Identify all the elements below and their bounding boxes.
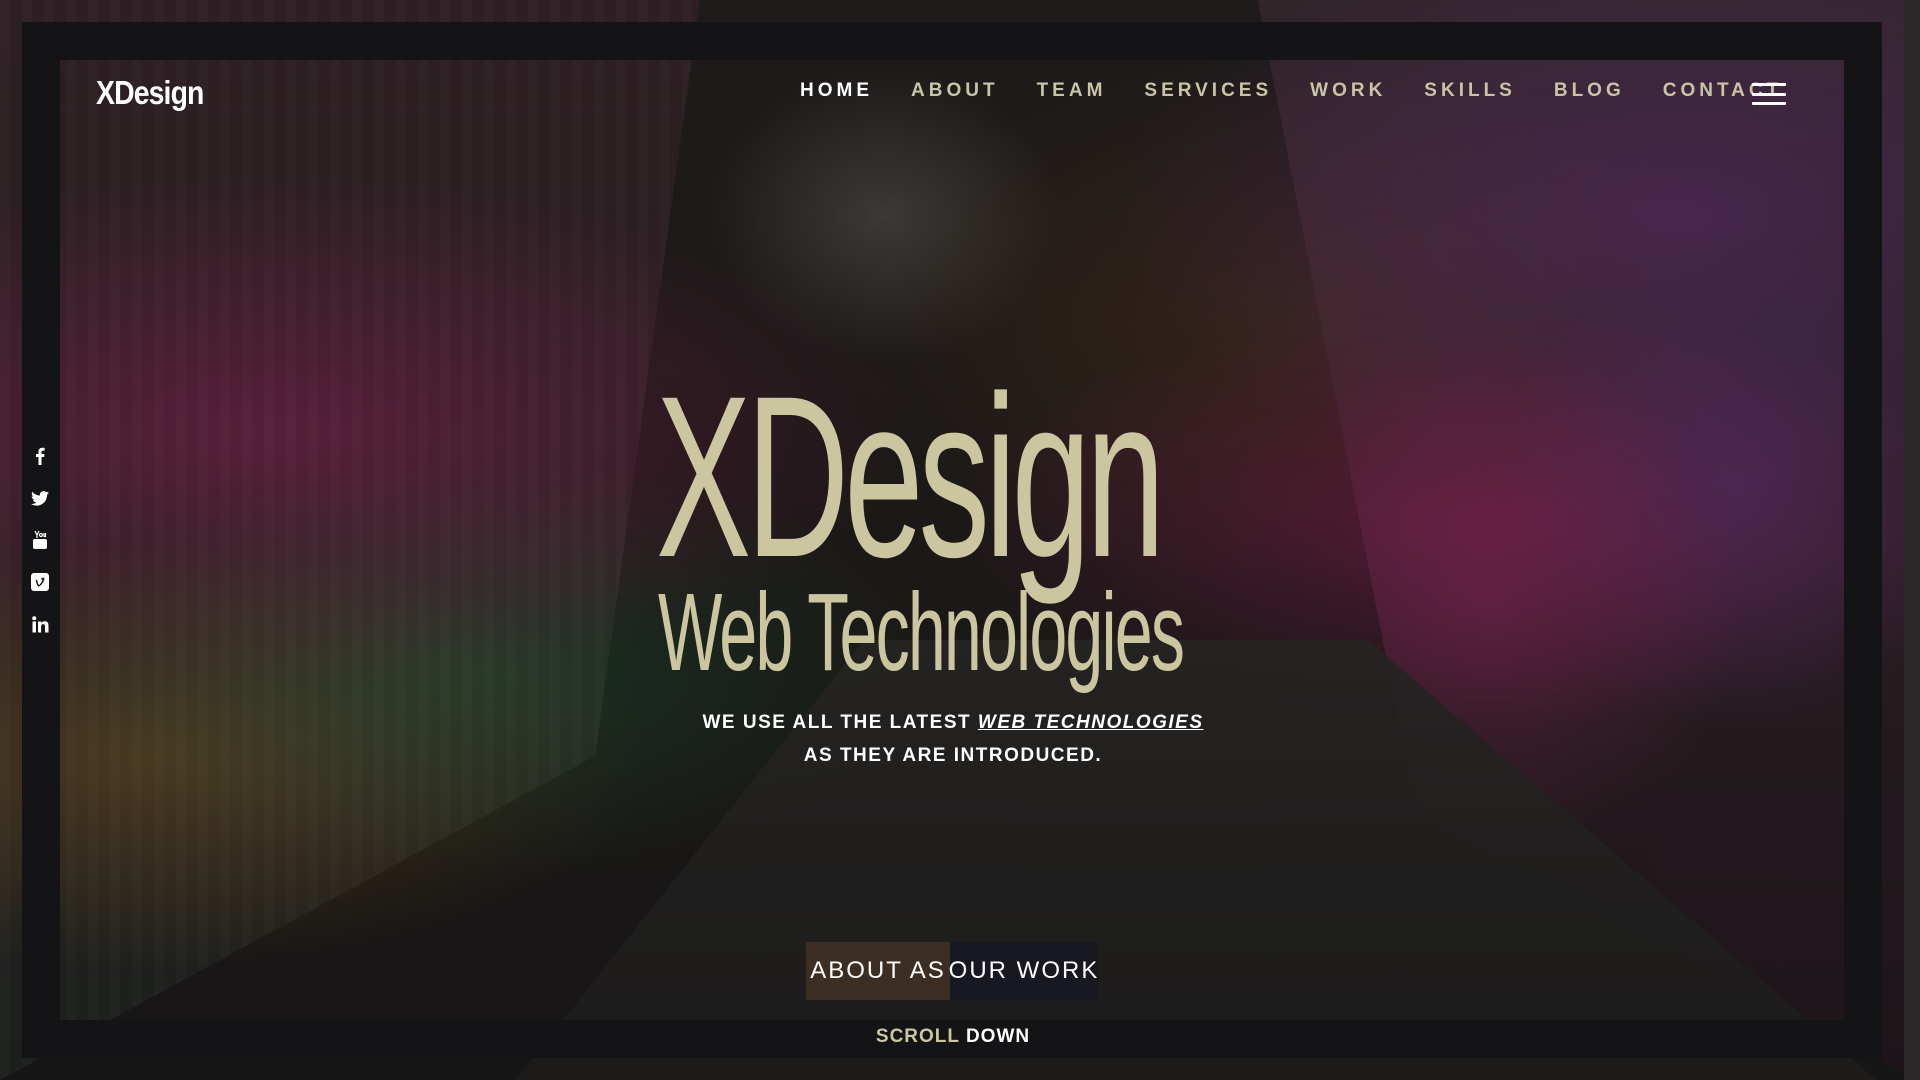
linkedin-icon[interactable] [30,614,50,634]
tagline-line-2: AS THEY ARE INTRODUCED. [803,745,1103,766]
menu-bar [1752,102,1786,105]
hero-subtitle: Web Technologies [658,571,1185,694]
scroll-word: SCROLL [875,1026,960,1047]
menu-bar [1752,92,1786,96]
nav-item-work[interactable]: WORK [1310,80,1386,102]
menu-bar [1752,83,1786,86]
our-work-button[interactable]: OUR WORK [949,942,1098,1000]
hero-tagline: WE USE ALL THE LATEST WEB TECHNOLOGIES A… [0,706,1906,772]
about-us-button[interactable]: ABOUT AS [806,942,950,1000]
down-word: DOWN [965,1026,1031,1047]
tagline-prefix: WE USE ALL THE LATEST [702,712,978,733]
youtube-icon[interactable] [30,530,50,550]
social-links [28,446,52,656]
vimeo-icon[interactable] [30,572,50,592]
hero-title: XDesign [656,348,1165,605]
scroll-down-link[interactable]: SCROLL DOWN [0,1026,1906,1048]
site-logo[interactable]: XDesign [96,74,204,112]
hamburger-menu-icon[interactable] [1752,83,1786,105]
twitter-icon[interactable] [30,488,50,508]
tagline-emphasis: WEB TECHNOLOGIES [977,712,1204,733]
nav-item-blog[interactable]: BLOG [1554,80,1625,102]
nav-item-team[interactable]: TEAM [1037,80,1107,102]
window-edge [1904,0,1920,1080]
nav-item-services[interactable]: SERVICES [1144,80,1272,102]
nav-item-skills[interactable]: SKILLS [1424,80,1516,102]
facebook-icon[interactable] [30,446,50,466]
tagline-line-1: WE USE ALL THE LATEST WEB TECHNOLOGIES [0,706,1906,739]
main-nav: HOME ABOUT TEAM SERVICES WORK SKILLS BLO… [800,80,1820,102]
nav-item-about[interactable]: ABOUT [911,80,999,102]
nav-item-home[interactable]: HOME [800,80,873,102]
